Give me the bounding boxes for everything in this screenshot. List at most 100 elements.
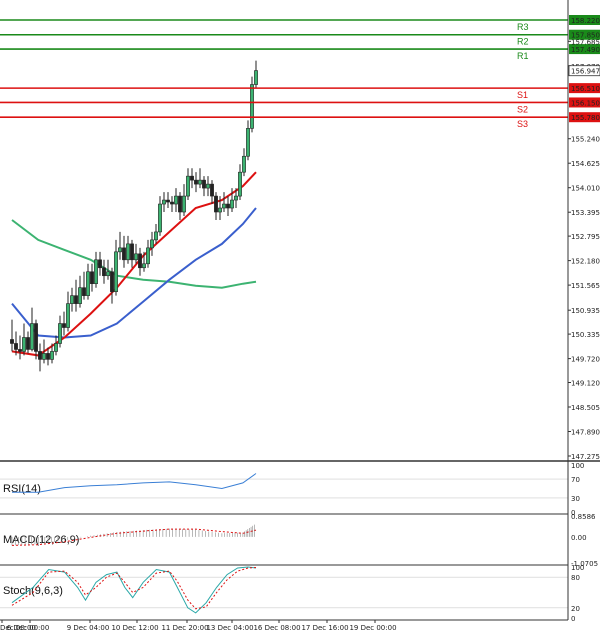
candle-body [62,323,66,328]
level-tag-s1: S1 [517,90,528,100]
candles [10,60,258,372]
candle-body [178,195,182,213]
chart-canvas: R3158.220R2157.850R1157.490S1156.510S215… [0,0,600,632]
x-tick-label: 17 Dec 16:00 [301,624,348,632]
candle-body [226,203,230,209]
level-tag-r1: R1 [517,51,529,61]
candle-body [230,199,234,209]
stoch-panel: Stoch(9,6,3)10080200 [0,564,584,623]
candle-body [106,271,110,277]
level-price-label: 157.490 [571,46,600,54]
y-tick-label: 157.685 [571,38,600,46]
candle-body [58,323,62,344]
candle-body [118,247,122,253]
y-tick-label: 147.890 [571,429,600,437]
x-tick-label: 6 Dec 00:00 [7,624,50,632]
candle-body [94,259,98,285]
y-tick-label: 152.180 [571,258,600,266]
y-tick-label: 149.720 [571,356,600,364]
candle-body [70,295,74,304]
y-tick-label: 148.505 [571,404,600,412]
indicator-axis-label: 100 [571,462,584,470]
candle-body [202,179,206,189]
candle-body [214,195,218,213]
level-price-label: 158.220 [571,17,600,25]
candle-body [50,351,54,360]
candle-body [198,179,202,185]
candle-body [74,295,78,304]
candle-body [210,183,214,197]
candle-body [110,271,114,292]
candle-body [138,253,142,269]
candle-body [42,353,46,360]
ma-red-line [11,171,257,357]
y-tick-label: 149.120 [571,380,600,388]
time-axis: Dec 00:006 Dec 00:00 9 Dec 04:00 10 Dec 12… [0,620,397,632]
level-tag-r3: R3 [517,22,529,32]
candle-body [98,259,102,269]
candle-body [246,128,250,157]
indicator-axis-label: 0 [571,615,575,623]
candle-body [182,195,186,213]
candle-body [242,155,246,173]
candle-body [66,303,70,328]
x-tick-label: 9 Dec 04:00 [67,624,110,632]
y-tick-label: 155.240 [571,136,600,144]
moving-averages [11,171,257,357]
candle-body [186,175,190,197]
candle-body [250,84,254,129]
level-tag-s3: S3 [517,119,528,129]
candle-body [126,243,130,261]
level-tag-r2: R2 [517,37,529,47]
candle-body [194,179,198,185]
candle-body [86,271,90,296]
price-panel: R3158.220R2157.850R1157.490S1156.510S215… [0,15,600,372]
candle-body [102,267,106,277]
candle-body [26,337,30,350]
candle-body [234,195,238,201]
candle-body [46,353,50,360]
candle-body [218,207,222,213]
indicator-axis-label: 80 [571,574,580,582]
indicator-axis-label: 0.00 [571,534,587,542]
rsi-line [12,473,257,493]
level-price-label: 155.780 [571,114,600,122]
candle-body [114,251,118,292]
support-resistance-levels: R3158.220R2157.850R1157.490S1156.510S215… [0,15,600,129]
candle-body [158,203,162,233]
x-tick-label: 13 Dec 04:00 [206,624,253,632]
candle-body [122,247,126,261]
level-tag-s2: S2 [517,104,528,114]
rsi-panel: RSI(14)10070300 [0,462,584,517]
level-price-label: 156.150 [571,99,600,107]
y-tick-label: 154.010 [571,185,600,193]
y-tick-label: 152.795 [571,233,600,241]
indicator-axis-label: 30 [571,495,580,503]
indicator-axis-label: 100 [571,564,584,572]
candle-body [146,247,150,265]
indicator-axis-label: 70 [571,476,580,484]
candle-body [34,323,38,352]
candle-body [54,343,58,352]
candle-body [38,351,42,360]
candle-body [254,70,258,85]
candle-body [150,239,154,249]
level-price-label: 156.510 [571,85,600,93]
y-tick-label: 150.935 [571,307,600,315]
candle-body [30,323,34,350]
current-price-label: 156.947 [571,68,600,76]
candle-body [14,343,18,350]
candle-body [174,195,178,205]
macd-panel: MACD(12,26,9)0.85860.00-1.0705 [0,513,598,568]
candle-body [170,201,174,205]
x-tick-label: 10 Dec 12:00 [111,624,158,632]
y-tick-label: 147.275 [571,453,600,461]
candle-body [134,253,138,261]
candle-body [238,171,242,197]
candle-body [18,349,22,352]
indicator-axis-label: 20 [571,605,580,613]
x-tick-label: 11 Dec 20:00 [161,624,208,632]
indicator-axis-label: 0.8586 [571,513,596,521]
y-tick-label: 151.565 [571,282,600,290]
y-tick-label: 153.395 [571,209,600,217]
